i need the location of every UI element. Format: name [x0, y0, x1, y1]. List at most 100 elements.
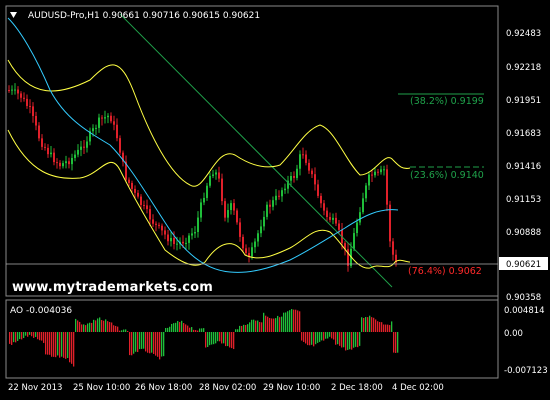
ao-bar	[283, 312, 285, 332]
candle-body	[35, 115, 37, 126]
ao-bar	[275, 318, 277, 332]
ao-bar	[17, 332, 19, 341]
ao-bar	[369, 315, 371, 332]
ao-bar	[179, 321, 181, 332]
ao-bar	[379, 321, 381, 332]
candle-body	[17, 89, 19, 94]
candle-body	[314, 174, 316, 185]
candle-body	[152, 219, 154, 224]
candle-body	[131, 182, 133, 189]
candle-body	[188, 235, 190, 243]
chart-canvas[interactable]: (38.2%) 0.9199 (23.6%) 0.9140 (76.4%) 0.…	[0, 0, 550, 400]
ao-bar	[323, 332, 325, 341]
candle-body	[215, 172, 217, 175]
candle-body	[221, 178, 223, 202]
ao-bar	[237, 329, 239, 332]
ao-bar	[57, 332, 59, 356]
ao-bar	[251, 319, 253, 332]
candle-body	[293, 175, 295, 178]
ao-bar	[47, 332, 49, 355]
time-tick: 28 Nov 02:00	[199, 383, 256, 393]
ao-bar	[365, 317, 367, 332]
candle-body	[113, 121, 115, 125]
candle-body	[236, 210, 238, 223]
candle-body	[266, 204, 268, 217]
candle-body	[257, 233, 259, 242]
ao-bar	[115, 325, 117, 332]
candle-body	[338, 223, 340, 230]
ao-bar	[307, 332, 309, 346]
ao-bar	[393, 332, 395, 353]
ao-bar	[11, 332, 13, 345]
ao-bar	[15, 332, 17, 343]
awesome-oscillator-histogram	[9, 309, 399, 367]
ao-bar	[103, 320, 105, 332]
candle-body	[242, 236, 244, 249]
ao-bar	[117, 326, 119, 332]
candle-body	[326, 210, 328, 217]
ao-bar	[95, 320, 97, 332]
ao-bar	[241, 325, 243, 332]
ao-bar	[185, 324, 187, 332]
symbol-info: AUDUSD-Pro,H1 0.90661 0.90716 0.90615 0.…	[28, 11, 260, 21]
trading-chart-window[interactable]: (38.2%) 0.9199 (23.6%) 0.9140 (76.4%) 0.…	[0, 0, 550, 400]
ao-bar	[183, 323, 185, 332]
ao-bar	[269, 318, 271, 332]
ao-bar	[155, 332, 157, 356]
price-tick: 0.92483	[506, 29, 541, 39]
ao-bar	[235, 329, 237, 332]
ao-bar	[391, 321, 393, 332]
candle-body	[11, 89, 13, 91]
time-tick: 4 Dec 02:00	[392, 383, 444, 393]
ao-bar	[341, 332, 343, 348]
candle-body	[92, 128, 94, 132]
candle-body	[332, 217, 334, 220]
ao-bar	[59, 332, 61, 358]
ao-bar	[295, 309, 297, 332]
ao-bar	[193, 329, 195, 332]
ao-bar	[301, 332, 303, 341]
ao-bar	[219, 332, 221, 342]
ao-bar	[377, 321, 379, 332]
ao-bar	[387, 324, 389, 332]
candle-body	[134, 188, 136, 193]
ao-bar	[279, 317, 281, 332]
ao-bar	[177, 321, 179, 332]
candle-body	[335, 217, 337, 224]
candle-body	[251, 247, 253, 257]
ao-bar	[345, 332, 347, 351]
candle-body	[377, 171, 379, 173]
candle-body	[173, 237, 175, 244]
candle-body	[86, 141, 88, 148]
ao-bar	[389, 325, 391, 332]
candle-body	[203, 197, 205, 203]
ao-bar	[243, 324, 245, 332]
candle-body	[392, 241, 394, 255]
candle-body	[128, 179, 130, 183]
candle-body	[197, 217, 199, 233]
candle-body	[62, 163, 64, 167]
ao-bar	[285, 312, 287, 332]
ao-bar	[289, 310, 291, 332]
ao-bar	[381, 322, 383, 332]
candle-body	[224, 201, 226, 218]
ao-bar	[147, 332, 149, 353]
candle-body	[212, 174, 214, 176]
ao-bar	[181, 320, 183, 332]
candle-body	[284, 188, 286, 191]
candle-body	[107, 115, 109, 118]
collapse-arrow-icon[interactable]	[10, 12, 17, 18]
ao-bar	[93, 319, 95, 332]
ao-bar	[113, 325, 115, 332]
ao-bar	[261, 322, 263, 332]
ao-bar	[151, 332, 153, 353]
time-tick: 26 Nov 18:00	[135, 383, 192, 393]
candle-body	[371, 174, 373, 176]
candle-body	[368, 174, 370, 186]
ao-bar	[29, 332, 31, 335]
candle-body	[101, 117, 103, 119]
ao-bar	[81, 324, 83, 332]
ao-bar	[125, 329, 127, 332]
bollinger-lower	[7, 129, 411, 269]
candle-body	[98, 117, 100, 128]
